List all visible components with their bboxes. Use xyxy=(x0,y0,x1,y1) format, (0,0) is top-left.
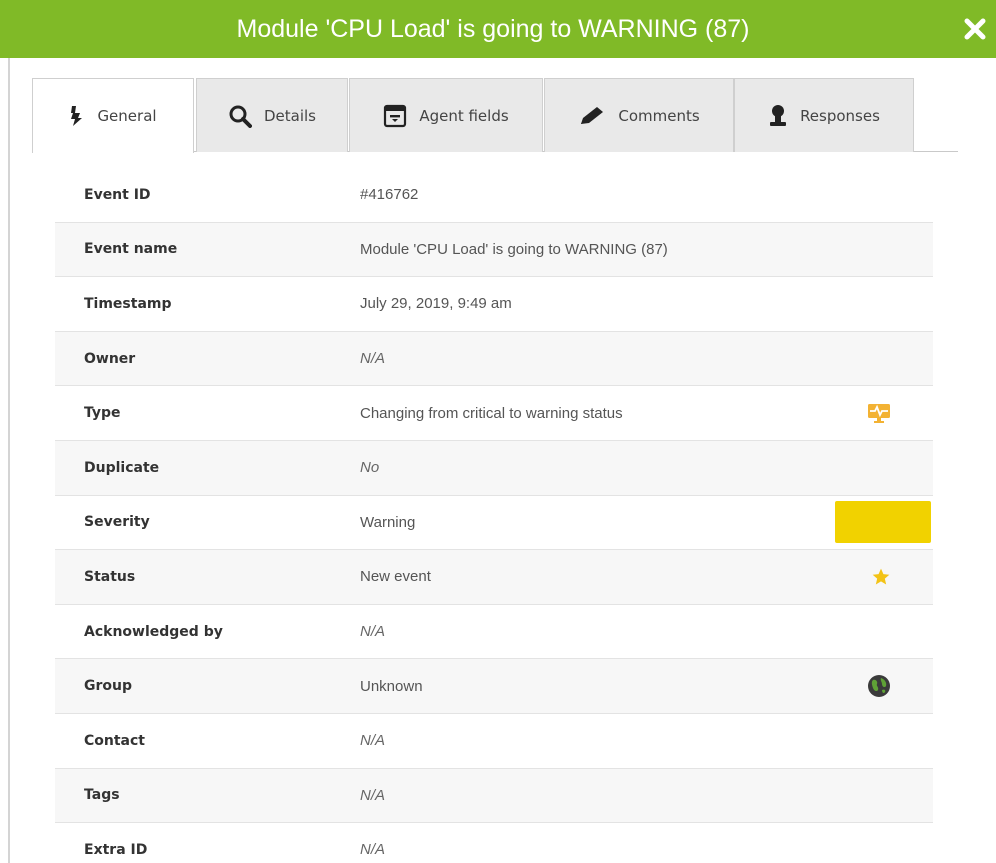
field-label: Owner xyxy=(84,350,136,367)
pencil-icon xyxy=(578,105,606,127)
search-icon xyxy=(228,104,252,128)
field-value: #416762 xyxy=(360,186,419,204)
field-label: Extra ID xyxy=(84,841,148,858)
field-value: Module 'CPU Load' is going to WARNING (8… xyxy=(360,240,668,258)
table-row-tags: Tags N/A xyxy=(55,768,933,824)
field-label: Type xyxy=(84,405,121,422)
field-label: Contact xyxy=(84,732,145,749)
tab-agent-fields-label: Agent fields xyxy=(419,106,509,125)
close-icon[interactable] xyxy=(960,14,990,44)
table-row-extra-id: Extra ID N/A xyxy=(55,823,933,863)
tab-agent-fields[interactable]: Agent fields xyxy=(349,78,543,152)
table-row-timestamp: Timestamp July 29, 2019, 9:49 am xyxy=(55,277,933,332)
field-label: Tags xyxy=(84,787,120,804)
stamp-icon xyxy=(768,104,788,128)
dialog-left-border xyxy=(8,58,10,863)
table-row-type: Type Changing from critical to warning s… xyxy=(55,386,933,441)
severity-color-swatch xyxy=(835,501,931,544)
event-dialog: Module 'CPU Load' is going to WARNING (8… xyxy=(0,0,996,863)
table-row-group: Group Unknown xyxy=(55,659,933,714)
table-row-duplicate: Duplicate No xyxy=(55,440,933,496)
agent-card-icon xyxy=(383,104,407,128)
monitor-pulse-icon xyxy=(867,401,891,425)
field-value: Changing from critical to warning status xyxy=(360,404,623,422)
field-value: N/A xyxy=(360,732,386,750)
field-label: Event name xyxy=(84,241,178,258)
tab-comments[interactable]: Comments xyxy=(544,78,734,152)
field-value: July 29, 2019, 9:49 am xyxy=(360,295,512,313)
dialog-title: Module 'CPU Load' is going to WARNING (8… xyxy=(236,15,750,43)
tab-general-label: General xyxy=(97,107,157,125)
field-value: N/A xyxy=(360,841,386,859)
field-label: Group xyxy=(84,678,133,695)
field-label: Acknowledged by xyxy=(84,623,223,640)
globe-icon xyxy=(867,674,891,698)
megaphone-icon xyxy=(69,104,85,128)
tab-details[interactable]: Details xyxy=(196,78,348,152)
tab-responses[interactable]: Responses xyxy=(734,78,914,152)
field-value: No xyxy=(360,459,380,477)
field-value: N/A xyxy=(360,623,386,641)
tab-responses-label: Responses xyxy=(800,106,880,125)
tab-general[interactable]: General xyxy=(32,78,194,153)
field-value: N/A xyxy=(360,350,386,368)
tab-comments-label: Comments xyxy=(618,106,700,125)
tab-details-label: Details xyxy=(263,106,316,125)
table-row-event-name: Event name Module 'CPU Load' is going to… xyxy=(55,222,933,278)
event-fields-table: Event ID #416762 Event name Module 'CPU … xyxy=(55,168,933,863)
field-value: N/A xyxy=(360,786,386,804)
star-icon xyxy=(871,567,891,587)
table-row-status: Status New event xyxy=(55,550,933,605)
field-label: Duplicate xyxy=(84,459,160,476)
dialog-titlebar: Module 'CPU Load' is going to WARNING (8… xyxy=(0,0,996,58)
tab-bar: General Details Agent fields Comments Re… xyxy=(32,78,958,153)
field-value: Unknown xyxy=(360,677,423,695)
field-label: Event ID xyxy=(84,186,151,203)
table-row-event-id: Event ID #416762 xyxy=(55,168,933,223)
field-value: New event xyxy=(360,568,431,586)
table-row-owner: Owner N/A xyxy=(55,331,933,387)
field-label: Timestamp xyxy=(84,295,172,312)
field-label: Status xyxy=(84,568,136,585)
table-row-contact: Contact N/A xyxy=(55,714,933,769)
table-row-severity: Severity Warning xyxy=(55,496,933,551)
table-row-acknowledged-by: Acknowledged by N/A xyxy=(55,605,933,660)
field-label: Severity xyxy=(84,514,150,531)
